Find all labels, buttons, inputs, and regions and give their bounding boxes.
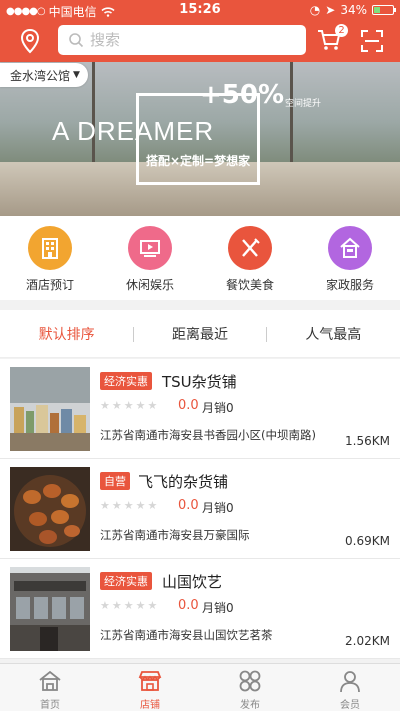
battery-percent: 34% [340, 3, 367, 17]
shop-monthly-sales: 月销0 [202, 501, 234, 515]
scan-button[interactable] [360, 29, 384, 53]
search-icon [69, 33, 84, 48]
shop-name: TSU杂货铺 [162, 373, 237, 391]
tab-member[interactable]: 会员 [300, 664, 400, 711]
category-housekeeping[interactable]: 家政服务 [300, 216, 400, 300]
battery-level [374, 7, 381, 13]
shop-thumbnail [10, 567, 90, 651]
location-label: 金水湾公馆 [10, 68, 71, 83]
alarm-icon: ◔ [309, 3, 321, 17]
category-label: 家政服务 [325, 278, 374, 292]
banner-subtitle: 搭配×定制=梦想家 [146, 154, 251, 168]
tab-label: 首页 [40, 700, 60, 711]
category-entertainment[interactable]: 休闲娱乐 [100, 216, 200, 300]
tab-label: 店铺 [140, 700, 160, 711]
shop-item[interactable]: 经济实惠 山国饮艺 ★★★★★ 0.0 月销0 江苏省南通市海安县山国饮艺茗茶 … [0, 559, 400, 659]
tab-divider [266, 327, 267, 342]
shop-name: 山国饮艺 [162, 573, 223, 591]
shop-item[interactable]: 自营 飞飞的杂货铺 ★★★★★ 0.0 月销0 江苏省南通市海安县万豪国际 0.… [0, 459, 400, 559]
scan-icon [361, 30, 383, 52]
banner-headline: A DREAMER [52, 116, 215, 146]
store-icon [138, 671, 162, 691]
category-label: 餐饮美食 [225, 278, 274, 292]
battery-icon [372, 5, 396, 15]
shop-address: 江苏省南通市海安县书香园小区(中坝南路) [100, 428, 316, 442]
shop-item[interactable]: 经济实惠 TSU杂货铺 ★★★★★ 0.0 月销0 江苏省南通市海安县书香园小区… [0, 359, 400, 459]
tab-nearest[interactable]: 距离最近 [133, 310, 266, 357]
location-pin-button[interactable] [16, 27, 44, 55]
banner-window-frame [290, 62, 293, 172]
shop-thumbnail [10, 467, 90, 551]
shop-score: 0.0 [178, 398, 199, 413]
tab-default-sort[interactable]: 默认排序 [0, 310, 133, 357]
status-right: ◔ ➤ 34% [309, 3, 396, 17]
location-arrow-icon: ➤ [325, 3, 336, 17]
shop-list: 经济实惠 TSU杂货铺 ★★★★★ 0.0 月销0 江苏省南通市海安县书香园小区… [0, 359, 400, 659]
location-pin-icon [20, 28, 40, 54]
header: 2 [0, 20, 400, 62]
category-grid: 酒店预订 休闲娱乐 餐饮美食 家政服务 [0, 216, 400, 300]
tab-divider [133, 327, 134, 342]
shop-monthly-sales: 月销0 [202, 601, 234, 615]
shop-thumbnail [10, 367, 90, 451]
housekeeping-icon [328, 226, 372, 270]
tab-home[interactable]: 首页 [0, 664, 100, 711]
status-bar: ●●●●○ 中国电信 15:26 ◔ ➤ 34% [0, 0, 400, 20]
dining-icon [228, 226, 272, 270]
shop-score: 0.0 [178, 498, 199, 513]
category-dining[interactable]: 餐饮美食 [200, 216, 300, 300]
banner-plus-text: +50% [200, 80, 285, 110]
tab-publish[interactable]: 发布 [200, 664, 300, 711]
rating-stars: ★★★★★ [100, 499, 160, 512]
shop-score: 0.0 [178, 598, 199, 613]
publish-icon [239, 670, 261, 692]
cart-badge: 2 [335, 24, 348, 37]
sort-tabs: 默认排序 距离最近 人气最高 [0, 310, 400, 358]
cart-button[interactable]: 2 [316, 24, 348, 55]
search-box[interactable] [58, 25, 306, 55]
shop-name: 飞飞的杂货铺 [138, 473, 229, 491]
category-hotel[interactable]: 酒店预订 [0, 216, 100, 300]
caret-down-icon: ▼ [73, 70, 80, 80]
shop-distance: 1.56KM [345, 434, 390, 448]
shop-tag: 自营 [100, 472, 130, 490]
rating-stars: ★★★★★ [100, 599, 160, 612]
shop-distance: 0.69KM [345, 534, 390, 548]
shop-tag: 经济实惠 [100, 572, 152, 590]
bottom-tab-bar: 首页 店铺 发布 会员 [0, 663, 400, 711]
rating-stars: ★★★★★ [100, 399, 160, 412]
category-label: 酒店预订 [25, 278, 74, 292]
entertainment-icon [128, 226, 172, 270]
shop-address: 江苏省南通市海安县山国饮艺茗茶 [100, 628, 273, 642]
shop-address: 江苏省南通市海安县万豪国际 [100, 528, 250, 542]
category-label: 休闲娱乐 [125, 278, 174, 292]
member-icon [340, 671, 360, 693]
tab-label: 发布 [240, 700, 260, 711]
hotel-icon [28, 226, 72, 270]
home-icon [39, 670, 61, 691]
shop-monthly-sales: 月销0 [202, 401, 234, 415]
search-input[interactable] [90, 31, 290, 49]
tab-most-popular[interactable]: 人气最高 [267, 310, 400, 357]
shop-distance: 2.02KM [345, 634, 390, 648]
banner-plus-subtext: 空间提升 [285, 99, 322, 109]
tab-store[interactable]: 店铺 [100, 664, 200, 711]
shop-tag: 经济实惠 [100, 372, 152, 390]
location-selector[interactable]: 金水湾公馆 ▼ [0, 63, 88, 87]
tab-label: 会员 [340, 700, 360, 711]
